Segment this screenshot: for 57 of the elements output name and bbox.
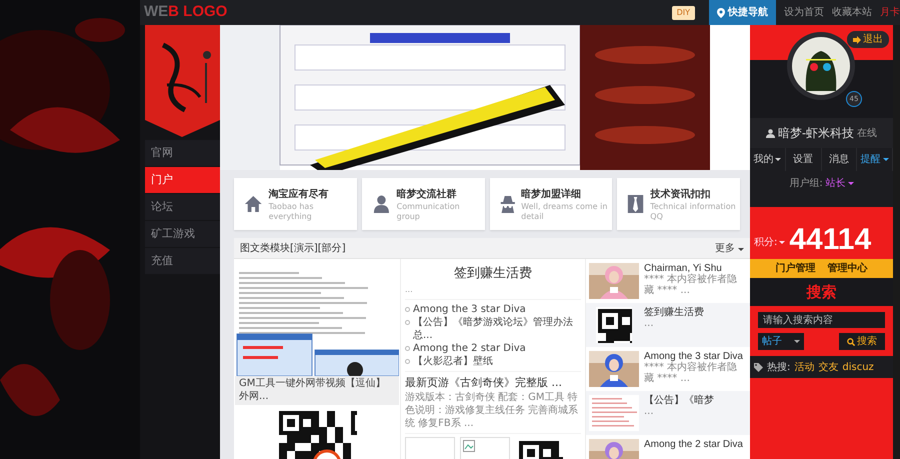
nav-item[interactable]: 官网: [145, 140, 220, 166]
excerpt-text: ...: [405, 284, 414, 296]
excerpt-text: **** 本内容被作者隐藏 **** ...: [644, 363, 738, 384]
logout-button[interactable]: 退出: [847, 31, 889, 48]
card-subtitle: Technical information QQ: [650, 202, 736, 222]
nav-item[interactable]: 论坛: [145, 194, 220, 220]
list-link[interactable]: Among the 3 star Diva: [413, 302, 526, 316]
feature-card[interactable]: 技术资讯扣扣 Technical information QQ: [617, 178, 740, 230]
group-label: 用户组:: [789, 176, 823, 191]
hot-tag[interactable]: discuz: [842, 360, 874, 374]
card-title: 暗梦加盟详细: [521, 187, 582, 202]
online-status: 在线: [857, 126, 878, 140]
post-title[interactable]: 签到赚生活费: [644, 307, 704, 319]
excerpt-text: ...: [644, 319, 655, 330]
post-title[interactable]: Among the 3 star Diva: [644, 351, 747, 363]
nav-item[interactable]: 充值: [145, 248, 220, 274]
post-title[interactable]: Among the 2 star Diva: [644, 439, 743, 451]
post-title[interactable]: 【公告】《暗梦: [644, 395, 714, 407]
admin-link[interactable]: 管理中心: [828, 261, 868, 276]
feature-card[interactable]: 暗梦交流社群 Communication group: [362, 178, 484, 230]
list-link[interactable]: 【公告】《暗梦游戏论坛》管理办法总...: [413, 316, 581, 342]
panel-title: 图文类模块[演示][部分]: [240, 242, 346, 256]
list-link[interactable]: Among the 2 star Diva: [413, 342, 526, 354]
card-title: 暗梦交流社群: [396, 187, 458, 202]
post-title[interactable]: Chairman, Yi Shu: [644, 263, 747, 275]
hot-tag[interactable]: 活动: [794, 360, 814, 374]
image-caption[interactable]: GM工具一键外网带视频【逗仙】外网...: [235, 376, 399, 405]
feature-card[interactable]: 暗梦加盟详细 Well, dreams come in detail: [490, 178, 612, 230]
card-title: 技术资讯扣扣: [650, 188, 712, 202]
card-subtitle: Well, dreams come in detail: [521, 202, 608, 222]
more-link[interactable]: 更多: [714, 240, 744, 256]
username[interactable]: 暗梦-虾米科技: [778, 124, 854, 142]
scope-select[interactable]: 帖子: [758, 333, 804, 350]
article-summary: 游戏版本：古剑奇侠 配套：GM工具 特色说明：游戏修复主线任务 完善商城系统 修复FB系 ...: [405, 391, 580, 430]
post-title[interactable]: 签到赚生活费: [405, 264, 581, 284]
admin-link[interactable]: 门户管理: [776, 261, 816, 276]
search-field[interactable]: 请输入搜索内容: [758, 312, 885, 328]
top-link[interactable]: 月卡: [880, 5, 900, 20]
group-link[interactable]: 站长: [826, 176, 854, 191]
search-heading: 搜索: [806, 282, 836, 303]
quick-nav-button[interactable]: 快捷导航: [709, 0, 776, 25]
hot-label: 热搜:: [767, 360, 790, 374]
search-button[interactable]: 搜索: [839, 333, 885, 350]
card-subtitle: Taobao has everything: [268, 202, 314, 222]
top-link[interactable]: 设为首页: [784, 5, 824, 20]
card-subtitle: Communication group: [396, 202, 461, 222]
list-link[interactable]: 【火影忍者】壁纸: [413, 354, 493, 368]
feature-card[interactable]: 淘宝应有尽有 Taobao has everything: [234, 178, 357, 230]
hot-tag[interactable]: 交友: [818, 360, 838, 374]
excerpt-text: **** 本内容被作者隐藏 **** ...: [644, 275, 738, 296]
excerpt-text: ...: [644, 407, 655, 418]
article-title[interactable]: 最新页游《古剑奇侠》完整版 ...: [405, 374, 581, 391]
card-title: 淘宝应有尽有: [268, 187, 330, 202]
nav-item[interactable]: 门户: [145, 167, 220, 193]
top-link[interactable]: 收藏本站: [832, 5, 872, 20]
credit-value: 44114: [789, 225, 872, 255]
nav-item[interactable]: 矿工游戏: [145, 221, 220, 247]
